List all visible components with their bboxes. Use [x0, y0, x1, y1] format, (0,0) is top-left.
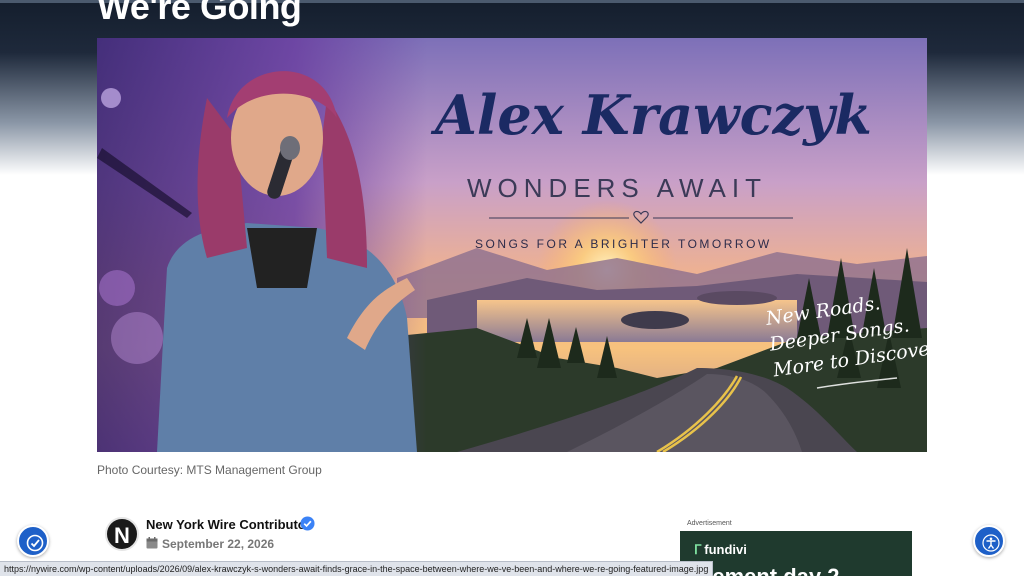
- post-date: September 22, 2026: [162, 537, 275, 551]
- advertisement-banner[interactable]: ᒥfundivi ...ement day 2...: [680, 531, 912, 576]
- featured-subtitle: WONDERS AWAIT: [467, 173, 767, 203]
- verified-badge-icon: [300, 516, 315, 531]
- advertisement-label: Advertisement: [687, 520, 732, 527]
- featured-tagline: SONGS FOR A BRIGHTER TOMORROW: [475, 237, 772, 251]
- featured-image[interactable]: Alex Krawczyk WONDERS AWAIT SONGS FOR A …: [97, 38, 927, 452]
- accessibility-menu-button[interactable]: [973, 525, 1005, 557]
- status-bar-url: https://nywire.com/wp-content/uploads/20…: [0, 561, 714, 576]
- accessibility-tool-icon: [26, 534, 44, 552]
- ad-brand-logo: ᒥ fundivi: [694, 542, 747, 557]
- calendar-icon: [146, 537, 158, 549]
- photo-caption: Photo Courtesy: MTS Management Group: [97, 463, 322, 477]
- accessibility-tool-button[interactable]: [17, 525, 49, 557]
- article-heading: We're Going: [97, 0, 302, 27]
- ad-brand-name: fundivi: [704, 542, 747, 557]
- author-name-link[interactable]: New York Wire Contributor: [146, 517, 311, 532]
- ad-headline: ...ement day 2...: [694, 564, 858, 576]
- author-avatar[interactable]: N: [105, 517, 139, 551]
- featured-image-artwork: Alex Krawczyk WONDERS AWAIT SONGS FOR A …: [97, 38, 927, 452]
- accessibility-person-icon: [982, 534, 1000, 552]
- featured-title: Alex Krawczyk: [430, 83, 872, 147]
